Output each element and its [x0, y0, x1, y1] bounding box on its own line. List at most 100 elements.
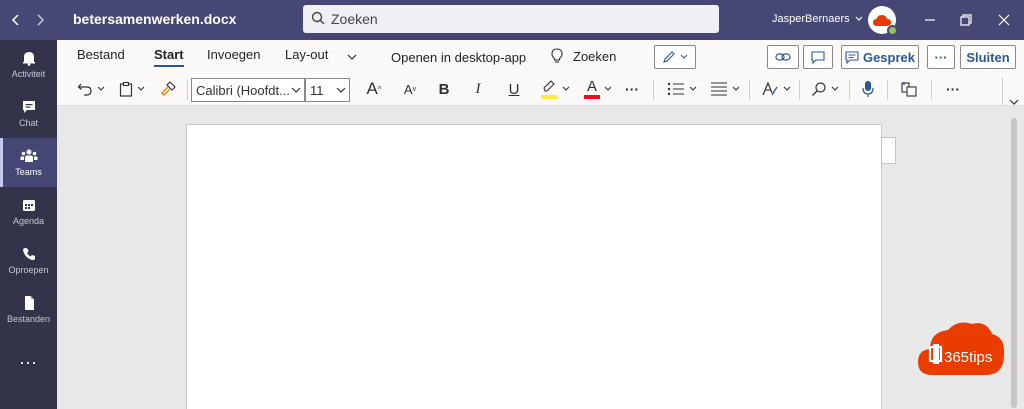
document-page[interactable] [186, 124, 882, 409]
bullets-button[interactable] [663, 77, 701, 101]
search-icon [311, 11, 325, 28]
microphone-icon [862, 81, 874, 97]
font-name-value: Calibri (Hoofdt... [196, 82, 290, 98]
rail-item-calendar[interactable]: Agenda [0, 187, 57, 236]
grow-font-letter: A [366, 79, 378, 98]
styles-icon [762, 81, 778, 96]
clipboard-icon [119, 81, 133, 97]
conversation-button[interactable]: Gesprek [841, 45, 919, 69]
pencil-icon [663, 51, 675, 63]
chevron-down-icon [137, 86, 145, 91]
app-rail: Activiteit Chat Teams Agenda Oproepen Be… [0, 40, 57, 409]
chevron-down-icon [689, 86, 697, 91]
status-badge [887, 25, 898, 36]
bullet-list-icon [667, 82, 684, 96]
rail-item-activity[interactable]: Activiteit [0, 40, 57, 89]
rail-item-files[interactable]: Bestanden [0, 285, 57, 334]
search-input[interactable]: Zoeken [303, 5, 719, 33]
chevron-down-icon [336, 87, 346, 93]
chevron-down-icon [831, 86, 839, 91]
editing-mode-dropdown[interactable] [654, 45, 696, 69]
separator [931, 80, 932, 100]
tab-layout[interactable]: Lay-out [285, 47, 328, 62]
document-canvas[interactable] [57, 106, 1024, 409]
rail-item-chat[interactable]: Chat [0, 89, 57, 138]
tab-home[interactable]: Start [154, 47, 184, 67]
dictate-button[interactable] [857, 77, 879, 101]
ribbon-search-button[interactable]: Zoeken [551, 48, 616, 64]
tab-file[interactable]: Bestand [77, 47, 125, 62]
chevron-down-icon [291, 87, 301, 93]
more-tools-button[interactable]: ··· [941, 77, 965, 101]
styles-button[interactable] [759, 77, 793, 101]
immersive-reader-icon [901, 82, 917, 97]
comments-button[interactable] [803, 45, 833, 69]
tab-insert[interactable]: Invoegen [207, 47, 261, 62]
teams-icon [20, 149, 37, 162]
title-bar: betersamenwerken.docx Zoeken JasperBerna… [0, 0, 1024, 40]
lightbulb-icon [551, 48, 563, 63]
separator [749, 80, 750, 100]
open-desktop-app-button[interactable]: Openen in desktop-app [391, 50, 526, 65]
underline-button[interactable]: U [503, 77, 525, 101]
separator [1002, 78, 1003, 106]
grow-font-button[interactable]: A ^ [362, 77, 386, 101]
365tips-logo: 365tips [916, 318, 1006, 376]
paragraph-align-button[interactable] [707, 77, 743, 101]
rail-item-label: Bestanden [6, 314, 51, 324]
user-name: JasperBernaers [772, 13, 850, 25]
close-icon[interactable] [992, 8, 1016, 32]
highlighter-icon [540, 79, 558, 99]
italic-button[interactable]: I [467, 77, 489, 101]
font-color-icon: A [584, 79, 600, 99]
avatar[interactable] [868, 6, 898, 36]
comment-icon [811, 50, 825, 64]
share-link-button[interactable] [767, 45, 799, 69]
file-icon [24, 296, 34, 310]
shrink-font-letter: A [403, 81, 413, 97]
chevron-down-icon [783, 86, 791, 91]
font-color-button[interactable]: A [581, 77, 615, 101]
back-arrow-icon[interactable] [4, 8, 28, 32]
rail-more-button[interactable]: ... [0, 348, 57, 372]
font-size-select[interactable]: 11 [305, 78, 350, 102]
rail-item-label: Chat [18, 118, 38, 128]
rail-item-calls[interactable]: Oproepen [0, 236, 57, 285]
vertical-scrollbar[interactable] [1011, 118, 1017, 408]
bold-button[interactable]: B [433, 77, 455, 101]
rail-item-label: Teams [15, 167, 42, 177]
search-placeholder: Zoeken [331, 11, 378, 27]
shrink-font-button[interactable]: Av [399, 77, 421, 101]
restore-icon[interactable] [954, 8, 978, 32]
search-icon [812, 82, 826, 96]
immersive-reader-button[interactable] [897, 77, 921, 101]
phone-icon [22, 248, 35, 261]
separator [187, 80, 188, 100]
find-button[interactable] [807, 77, 843, 101]
undo-button[interactable] [73, 77, 109, 101]
rail-item-teams[interactable]: Teams [0, 138, 57, 187]
more-font-options-button[interactable]: ··· [621, 77, 643, 101]
close-document-button[interactable]: Sluiten [960, 45, 1016, 69]
minimize-icon[interactable] [918, 8, 942, 32]
conversation-label: Gesprek [862, 49, 916, 65]
page-side-tab [882, 137, 896, 164]
highlight-color-button[interactable] [537, 77, 573, 101]
paste-button[interactable] [115, 77, 149, 101]
ribbon-search-label: Zoeken [573, 48, 617, 64]
chevron-down-icon [604, 86, 612, 91]
rail-item-label: Activiteit [11, 69, 46, 79]
font-name-select[interactable]: Calibri (Hoofdt... [191, 78, 305, 102]
chevron-down-icon [562, 86, 570, 91]
separator [799, 80, 800, 100]
format-painter-button[interactable] [157, 77, 179, 101]
conversation-icon [845, 50, 859, 64]
align-icon [711, 82, 727, 96]
tabs-overflow-chevron-icon[interactable] [347, 49, 357, 64]
chat-icon [22, 101, 35, 113]
more-options-button[interactable]: ··· [927, 45, 955, 69]
forward-arrow-icon[interactable] [28, 8, 52, 32]
logo-text: 365tips [944, 349, 992, 366]
calendar-icon [22, 200, 35, 211]
user-menu[interactable]: JasperBernaers [772, 13, 863, 25]
